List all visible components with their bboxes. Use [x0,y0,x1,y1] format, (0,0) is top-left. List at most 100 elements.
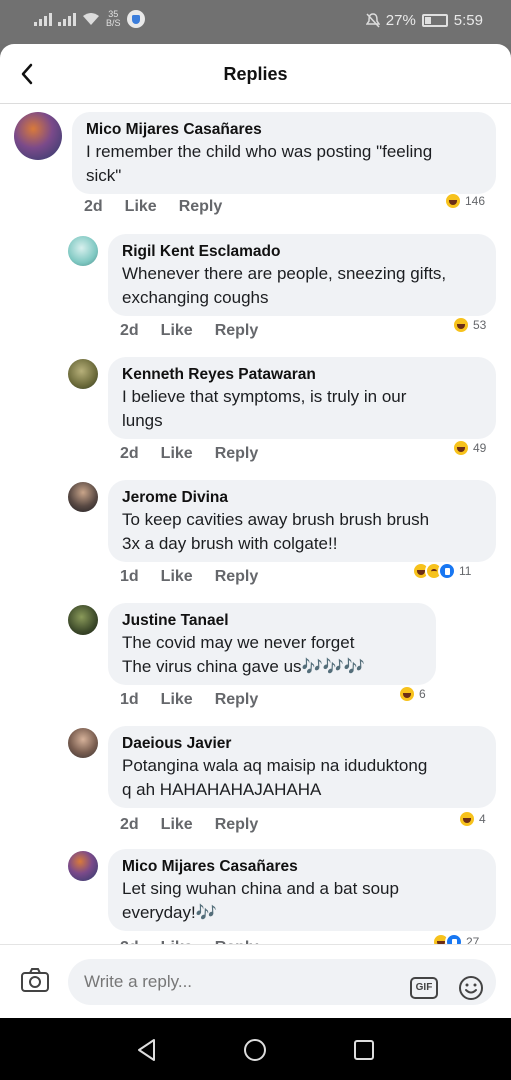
comment-time: 2d [120,445,139,462]
reply-composer: Write a reply... GIF [0,944,511,1018]
comment-author[interactable]: Daeious Javier [122,734,482,754]
comment-bubble: Daeious Javier Potangina wala aq maisip … [108,726,496,808]
like-button[interactable]: Like [161,816,193,834]
status-left: 35 B/S [34,10,145,28]
like-button[interactable]: Like [125,198,157,216]
reaction-count: 146 [465,194,486,208]
reaction-summary[interactable]: 49 [452,439,486,457]
comment-time: 1d [120,568,139,585]
comment-item: Mico Mijares Casañares I remember the ch… [0,104,511,224]
wifi-icon [83,13,99,25]
comment-author[interactable]: Jerome Divina [122,488,482,508]
comment-text: The virus china gave us🎶🎶🎶 [122,657,366,676]
comment-bubble: Jerome Divina To keep cavities away brus… [108,480,496,562]
camera-button[interactable] [20,967,50,993]
avatar[interactable] [68,236,98,266]
reaction-count: 11 [459,564,472,578]
haha-reaction-icon [458,810,476,828]
comment-item: Jerome Divina To keep cavities away brus… [0,474,511,594]
comment-bubble: Justine Tanael The covid may we never fo… [108,603,436,685]
reaction-summary[interactable]: 146 [444,192,485,210]
comment-text: everyday!🎶 [122,903,217,922]
battery-icon [421,14,448,27]
comment-item: Rigil Kent Esclamado Whenever there are … [0,228,511,348]
comment-author[interactable]: Mico Mijares Casañares [122,857,482,877]
triangle-back-icon [138,1039,155,1061]
comment-actions: 2d Like Reply [84,198,222,216]
haha-reaction-icon [452,439,470,457]
reply-button[interactable]: Reply [215,568,259,586]
vpn-shield-icon [126,10,145,28]
net-speed-unit: B/S [106,18,121,28]
avatar[interactable] [68,359,98,389]
reaction-summary[interactable]: 11 [412,562,471,580]
reaction-count: 49 [473,441,487,455]
comment-actions: 1d Like Reply [120,568,258,586]
reply-button[interactable]: Reply [215,816,259,834]
comment-time: 2d [120,816,139,833]
page-title: Replies [223,64,288,84]
avatar[interactable] [68,851,98,881]
circle-home-icon [244,1039,266,1061]
gif-button[interactable]: GIF [410,977,438,999]
comment-author[interactable]: Kenneth Reyes Patawaran [122,365,482,385]
comment-text: I believe that symptoms, is truly in our [122,387,407,406]
comment-author[interactable]: Mico Mijares Casañares [86,120,482,140]
comment-bubble: Mico Mijares Casañares I remember the ch… [72,112,496,194]
reaction-count: 6 [419,687,426,701]
comment-time: 1d [120,691,139,708]
mute-bell-icon [365,13,380,28]
comment-text: lungs [122,411,163,430]
smiley-icon [459,976,483,1000]
reply-placeholder: Write a reply... [84,972,193,991]
comment-text: 3x a day brush with colgate!! [122,534,338,553]
comment-item: Kenneth Reyes Patawaran I believe that s… [0,351,511,471]
comment-item: Daeious Javier Potangina wala aq maisip … [0,720,511,840]
like-button[interactable]: Like [161,691,193,709]
avatar[interactable] [68,605,98,635]
header: Replies [0,44,511,104]
battery-percent: 27% [385,12,416,29]
reply-button[interactable]: Reply [215,691,259,709]
status-right: 27% 5:59 [365,12,483,29]
comment-item: Justine Tanael The covid may we never fo… [0,597,511,717]
comment-bubble: Kenneth Reyes Patawaran I believe that s… [108,357,496,439]
comment-author[interactable]: Rigil Kent Esclamado [122,242,482,262]
reaction-summary[interactable]: 6 [398,685,426,703]
comment-author[interactable]: Justine Tanael [122,611,422,631]
reply-button[interactable]: Reply [215,322,259,340]
avatar[interactable] [68,728,98,758]
reaction-summary[interactable]: 4 [458,810,486,828]
comment-text: Whenever there are people, sneezing gift… [122,264,447,283]
reaction-summary[interactable]: 53 [452,316,486,334]
comment-actions: 2d Like Reply [120,816,258,834]
reply-button[interactable]: Reply [215,445,259,463]
like-button[interactable]: Like [161,445,193,463]
nav-back-button[interactable] [134,1037,160,1063]
nav-home-button[interactable] [242,1037,268,1063]
haha-reaction-icon [398,685,416,703]
comment-actions: 2d Like Reply [120,445,258,463]
emoji-button[interactable] [458,975,484,1001]
haha-reaction-icon [452,316,470,334]
signal-icon [34,12,52,26]
haha-reaction-icon [444,192,462,210]
comment-text: The covid may we never forget [122,633,355,652]
comment-bubble: Mico Mijares Casañares Let sing wuhan ch… [108,849,496,931]
avatar[interactable] [14,112,62,160]
avatar[interactable] [68,482,98,512]
camera-icon [21,968,49,992]
comment-text: sick" [86,166,122,185]
like-button[interactable]: Like [161,568,193,586]
nav-recent-button[interactable] [351,1037,377,1063]
comment-text: I remember the child who was posting "fe… [86,142,433,161]
net-speed: 35 B/S [106,10,121,28]
signal-icon-2 [58,12,76,26]
comment-time: 2d [120,322,139,339]
reply-button[interactable]: Reply [179,198,223,216]
like-button[interactable]: Like [161,322,193,340]
system-nav-bar [0,1018,511,1080]
replies-sheet: Replies Mico Mijares Casañares I remembe… [0,44,511,1018]
comment-actions: 1d Like Reply [120,691,258,709]
comment-text: Potangina wala aq maisip na iduduktong [122,756,428,775]
